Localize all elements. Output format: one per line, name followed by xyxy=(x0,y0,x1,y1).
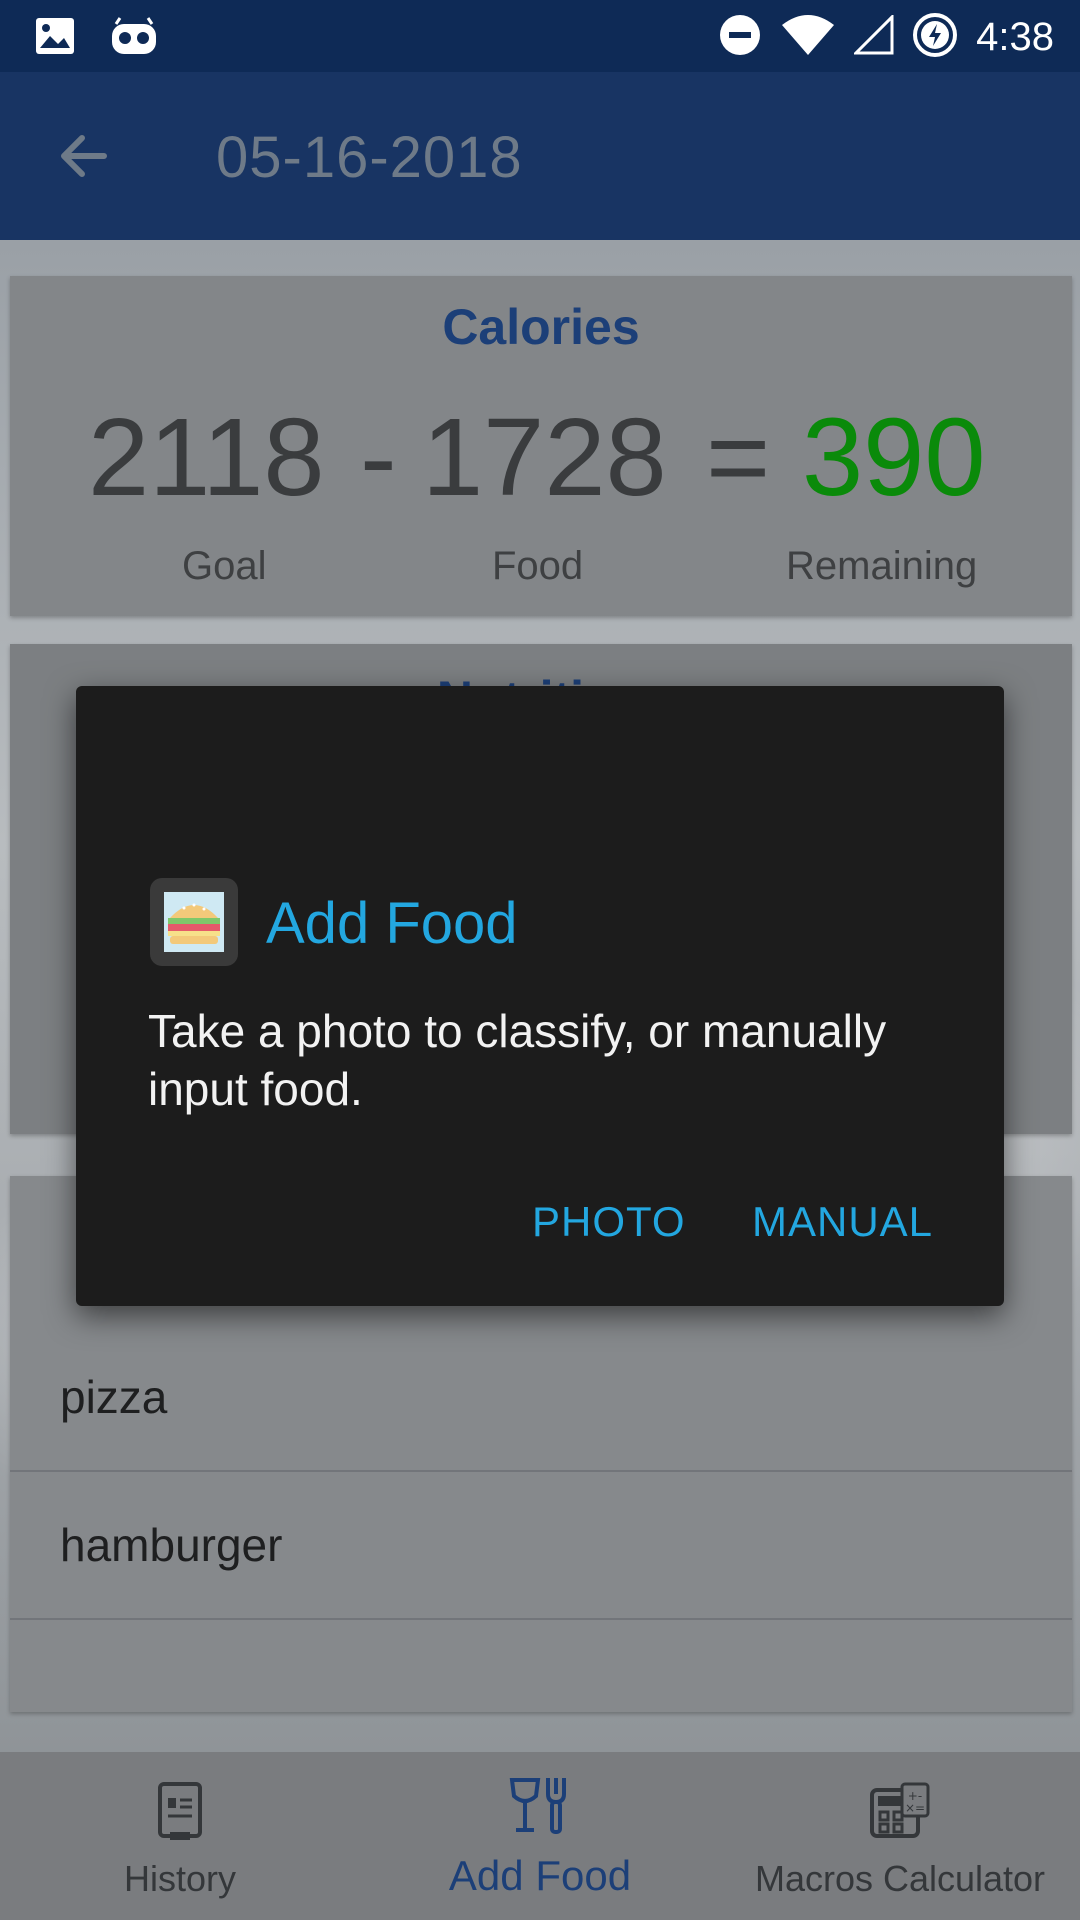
calories-title: Calories xyxy=(442,299,640,355)
hamburger-icon xyxy=(150,878,238,966)
food-label: Food xyxy=(492,544,584,588)
food-item-label: pizza xyxy=(60,1371,168,1423)
bottom-navigation: History Add Food +- ×= Macros Calculator xyxy=(0,1752,1080,1920)
journal-icon xyxy=(156,1780,204,1847)
dialog-message: Take a photo to classify, or manually in… xyxy=(148,1005,887,1115)
calories-equation: 2118 - 1728 = 390 xyxy=(10,394,1072,519)
add-food-dialog: Add Food Take a photo to classify, or ma… xyxy=(76,686,1004,1306)
equals-sign: = xyxy=(706,396,771,519)
nav-label-macros-calculator: Macros Calculator xyxy=(754,1858,1046,1899)
cell-signal-icon xyxy=(852,13,894,60)
nav-item-history[interactable]: History xyxy=(40,1752,320,1920)
dialog-title: Add Food xyxy=(266,891,518,956)
wifi-icon xyxy=(780,13,836,62)
goal-value: 2118 xyxy=(88,396,325,519)
minus-sign: - xyxy=(360,396,397,519)
nav-label-history: History xyxy=(123,1858,236,1899)
list-item[interactable]: hamburger xyxy=(10,1474,1072,1620)
calories-card: Calories 2118 - 1728 = 390 Goal Food Rem… xyxy=(10,276,1072,616)
do-not-disturb-icon xyxy=(718,13,762,62)
nav-item-add-food[interactable]: Add Food xyxy=(400,1752,680,1920)
status-bar: 4:38 xyxy=(0,0,1080,72)
food-value: 1728 xyxy=(422,396,667,519)
image-icon xyxy=(34,16,76,61)
calculator-icon: +- ×= xyxy=(868,1780,932,1845)
goal-label: Goal xyxy=(182,544,267,588)
page-title: 05-16-2018 xyxy=(216,125,523,190)
android-debug-icon xyxy=(110,16,158,61)
nav-label-add-food: Add Food xyxy=(448,1852,632,1899)
arrow-back-icon[interactable] xyxy=(56,128,112,184)
photo-button[interactable]: PHOTO xyxy=(532,1198,686,1246)
list-item[interactable]: pizza xyxy=(10,1326,1072,1472)
food-item-label: hamburger xyxy=(60,1519,283,1571)
nav-item-macros-calculator[interactable]: +- ×= Macros Calculator xyxy=(740,1752,1060,1920)
svg-text:×=: ×= xyxy=(905,1801,925,1815)
battery-charging-icon xyxy=(912,12,958,63)
app-bar: 05-16-2018 xyxy=(0,72,1080,240)
wine-fork-icon xyxy=(508,1776,572,1841)
remaining-value: 390 xyxy=(802,396,986,519)
status-time: 4:38 xyxy=(976,15,1054,59)
manual-button[interactable]: MANUAL xyxy=(752,1198,933,1246)
remaining-label: Remaining xyxy=(786,544,978,588)
